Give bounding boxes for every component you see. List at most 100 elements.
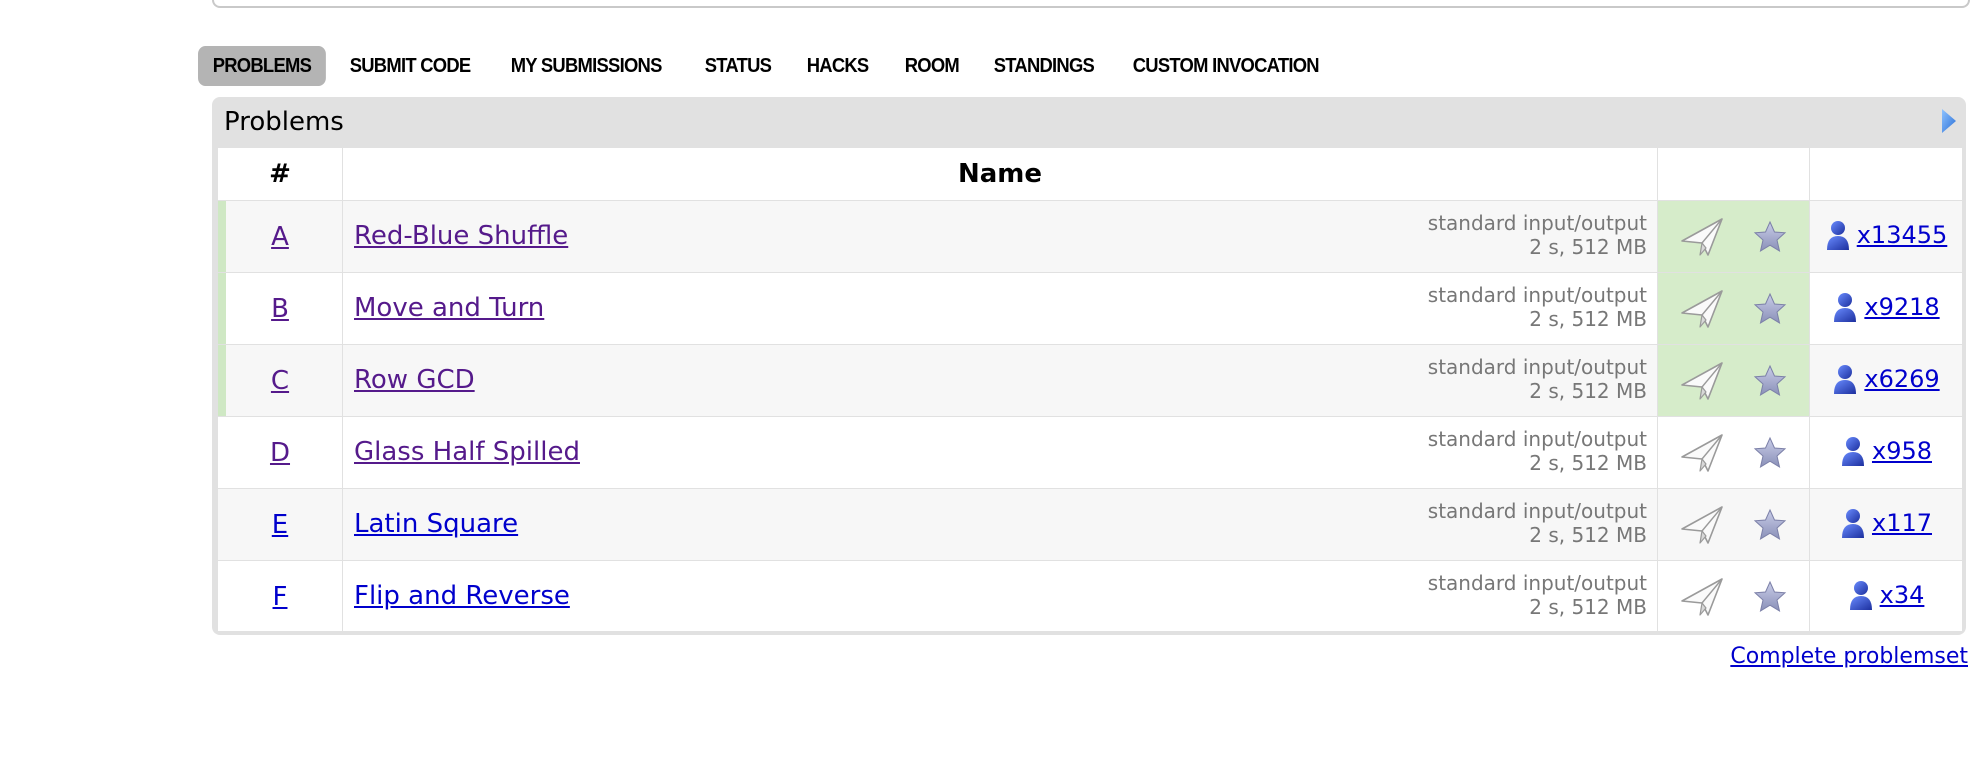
problems-table-wrap: # Name A Red-Blue Shuffle standard input/o… (217, 147, 1962, 631)
problem-index-link[interactable]: F (273, 582, 288, 612)
solved-count: x9218 (1864, 292, 1940, 321)
table-row: A Red-Blue Shuffle standard input/output 2 … (217, 200, 1962, 273)
tab-standings[interactable]: STANDINGS (979, 46, 1109, 86)
problem-time-memory: 2 s, 512 MB (1529, 595, 1647, 619)
tab-submit-code[interactable]: SUBMIT CODE (335, 46, 485, 86)
problem-actions-cell (1657, 488, 1810, 561)
problem-solved-cell: x6269 (1809, 344, 1962, 417)
problem-name-link[interactable]: Flip and Reverse (354, 581, 570, 611)
problem-time-memory: 2 s, 512 MB (1529, 307, 1647, 331)
problem-index-link[interactable]: E (272, 510, 288, 540)
send-icon[interactable] (1678, 575, 1726, 619)
problem-solved-cell: x13455 (1809, 200, 1962, 273)
column-header-solved (1809, 147, 1962, 201)
problem-actions-cell (1657, 560, 1810, 631)
problem-limits: standard input/output 2 s, 512 MB (1428, 499, 1647, 547)
problem-time-memory: 2 s, 512 MB (1529, 235, 1647, 259)
tab-my-submissions[interactable]: MY SUBMISSIONS (496, 46, 676, 86)
solved-count-link[interactable]: x34 (1848, 579, 1925, 611)
complete-problemset-link[interactable]: Complete problemset (1730, 644, 1968, 669)
user-icon (1840, 435, 1866, 467)
problem-index-link[interactable]: D (270, 438, 290, 468)
star-icon[interactable] (1752, 363, 1788, 399)
table-row: E Latin Square standard input/output 2 s, 5… (217, 488, 1962, 561)
user-icon (1848, 579, 1874, 611)
contest-tabs: PROBLEMS SUBMIT CODE MY SUBMISSIONS STAT… (198, 46, 1350, 86)
problem-actions-cell (1657, 416, 1810, 489)
problems-table: # Name A Red-Blue Shuffle standard input/o… (217, 147, 1962, 631)
solved-count: x958 (1871, 436, 1932, 465)
table-row: F Flip and Reverse standard input/output 2 … (217, 560, 1962, 631)
panel-title: Problems (224, 107, 344, 137)
top-frame (212, 0, 1970, 8)
tab-custom-invocation[interactable]: CUSTOM INVOCATION (1118, 46, 1334, 86)
problem-name-cell: Red-Blue Shuffle standard input/output 2 s… (342, 200, 1658, 273)
problem-io: standard input/output (1427, 355, 1647, 379)
column-header-index: # (217, 147, 343, 201)
problem-name-cell: Move and Turn standard input/output 2 s, 5… (342, 272, 1658, 345)
problem-limits: standard input/output 2 s, 512 MB (1428, 571, 1647, 619)
send-icon[interactable] (1678, 431, 1726, 475)
problem-name-link[interactable]: Glass Half Spilled (354, 437, 580, 467)
arrow-right-icon[interactable] (1940, 107, 1958, 135)
problem-solved-cell: x34 (1809, 560, 1962, 631)
send-icon[interactable] (1678, 215, 1726, 259)
column-header-name: Name (342, 147, 1658, 201)
solved-count-link[interactable]: x13455 (1825, 219, 1947, 251)
problem-index-cell: C (217, 344, 343, 417)
tab-status[interactable]: STATUS (690, 46, 786, 86)
problem-time-memory: 2 s, 512 MB (1529, 523, 1647, 547)
star-icon[interactable] (1752, 291, 1788, 327)
solved-count-link[interactable]: x117 (1840, 507, 1932, 539)
problem-limits: standard input/output 2 s, 512 MB (1428, 355, 1647, 403)
problem-actions-cell (1657, 200, 1810, 273)
problem-name-cell: Row GCD standard input/output 2 s, 512 MB (342, 344, 1658, 417)
problem-name-link[interactable]: Red-Blue Shuffle (354, 221, 568, 251)
problem-io: standard input/output (1427, 571, 1647, 595)
tab-room[interactable]: ROOM (890, 46, 974, 86)
problem-solved-cell: x9218 (1809, 272, 1962, 345)
star-icon[interactable] (1752, 579, 1788, 615)
problem-io: standard input/output (1427, 211, 1647, 235)
problem-solved-cell: x117 (1809, 488, 1962, 561)
table-row: D Glass Half Spilled standard input/output… (217, 416, 1962, 489)
column-header-actions (1657, 147, 1810, 201)
send-icon[interactable] (1678, 359, 1726, 403)
problems-panel: Problems # Name A Red-Blue Shuffle stand… (212, 97, 1966, 635)
problem-index-cell: E (217, 488, 343, 561)
problem-index-link[interactable]: B (271, 294, 289, 324)
star-icon[interactable] (1752, 219, 1788, 255)
problem-index-link[interactable]: C (271, 366, 289, 396)
problem-name-link[interactable]: Latin Square (354, 509, 518, 539)
problem-index-cell: B (217, 272, 343, 345)
problem-time-memory: 2 s, 512 MB (1529, 379, 1647, 403)
solved-count-link[interactable]: x6269 (1832, 363, 1940, 395)
problem-index-cell: D (217, 416, 343, 489)
problem-solved-cell: x958 (1809, 416, 1962, 489)
problem-index-cell: A (217, 200, 343, 273)
problem-name-cell: Glass Half Spilled standard input/output 2… (342, 416, 1658, 489)
problem-limits: standard input/output 2 s, 512 MB (1428, 211, 1647, 259)
problem-io: standard input/output (1427, 427, 1647, 451)
user-icon (1840, 507, 1866, 539)
solved-count-link[interactable]: x958 (1840, 435, 1932, 467)
problem-limits: standard input/output 2 s, 512 MB (1428, 427, 1647, 475)
send-icon[interactable] (1678, 503, 1726, 547)
problem-name-link[interactable]: Move and Turn (354, 293, 544, 323)
user-icon (1832, 363, 1858, 395)
problem-name-link[interactable]: Row GCD (354, 365, 475, 395)
user-icon (1832, 291, 1858, 323)
problem-actions-cell (1657, 344, 1810, 417)
tab-problems[interactable]: PROBLEMS (198, 46, 326, 86)
star-icon[interactable] (1752, 507, 1788, 543)
problem-index-link[interactable]: A (271, 222, 289, 252)
problem-name-cell: Latin Square standard input/output 2 s, 51… (342, 488, 1658, 561)
solved-count: x6269 (1864, 364, 1940, 393)
solved-count: x117 (1871, 508, 1932, 537)
solved-count-link[interactable]: x9218 (1832, 291, 1940, 323)
user-icon (1825, 219, 1851, 251)
send-icon[interactable] (1678, 287, 1726, 331)
solved-count: x34 (1879, 580, 1925, 609)
tab-hacks[interactable]: HACKS (792, 46, 883, 86)
star-icon[interactable] (1752, 435, 1788, 471)
